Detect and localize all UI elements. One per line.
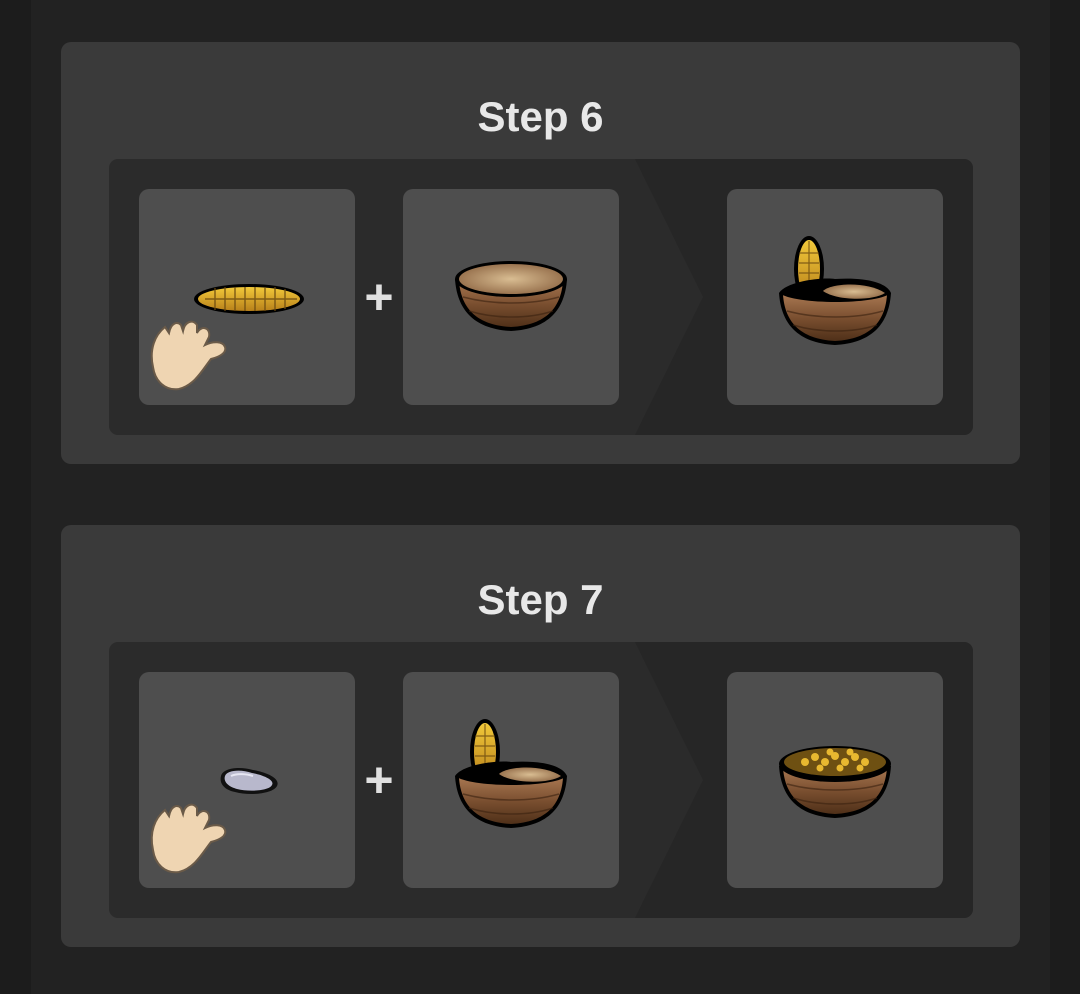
result-slot[interactable]: [727, 189, 943, 405]
step-title: Step 6: [477, 93, 604, 140]
hand-icon: [150, 803, 227, 874]
basket-of-corn-kernels-icon: [779, 746, 891, 818]
plus-sign: +: [364, 269, 394, 325]
result-slot[interactable]: [727, 672, 943, 888]
ingredient-slot-basket-corn[interactable]: [403, 672, 619, 888]
step-card-6: Step 6 +: [61, 42, 1020, 464]
step-title: Step 7: [477, 576, 604, 623]
step-card-7: Step 7 +: [61, 525, 1020, 947]
recipe-page: Step 6 + Step 7 +: [0, 0, 1080, 994]
ingredient-slot-corn[interactable]: [139, 189, 355, 405]
recipe-row: +: [109, 642, 973, 918]
basket-with-corn-icon: [455, 719, 567, 828]
empty-basket-icon: [455, 261, 567, 331]
ingredient-slot-stone[interactable]: [139, 672, 355, 888]
hand-icon: [150, 320, 227, 391]
ingredient-slot-basket[interactable]: [403, 189, 619, 405]
basket-with-corn-icon: [779, 236, 891, 345]
recipe-row: +: [109, 159, 973, 435]
plus-sign: +: [364, 752, 394, 808]
